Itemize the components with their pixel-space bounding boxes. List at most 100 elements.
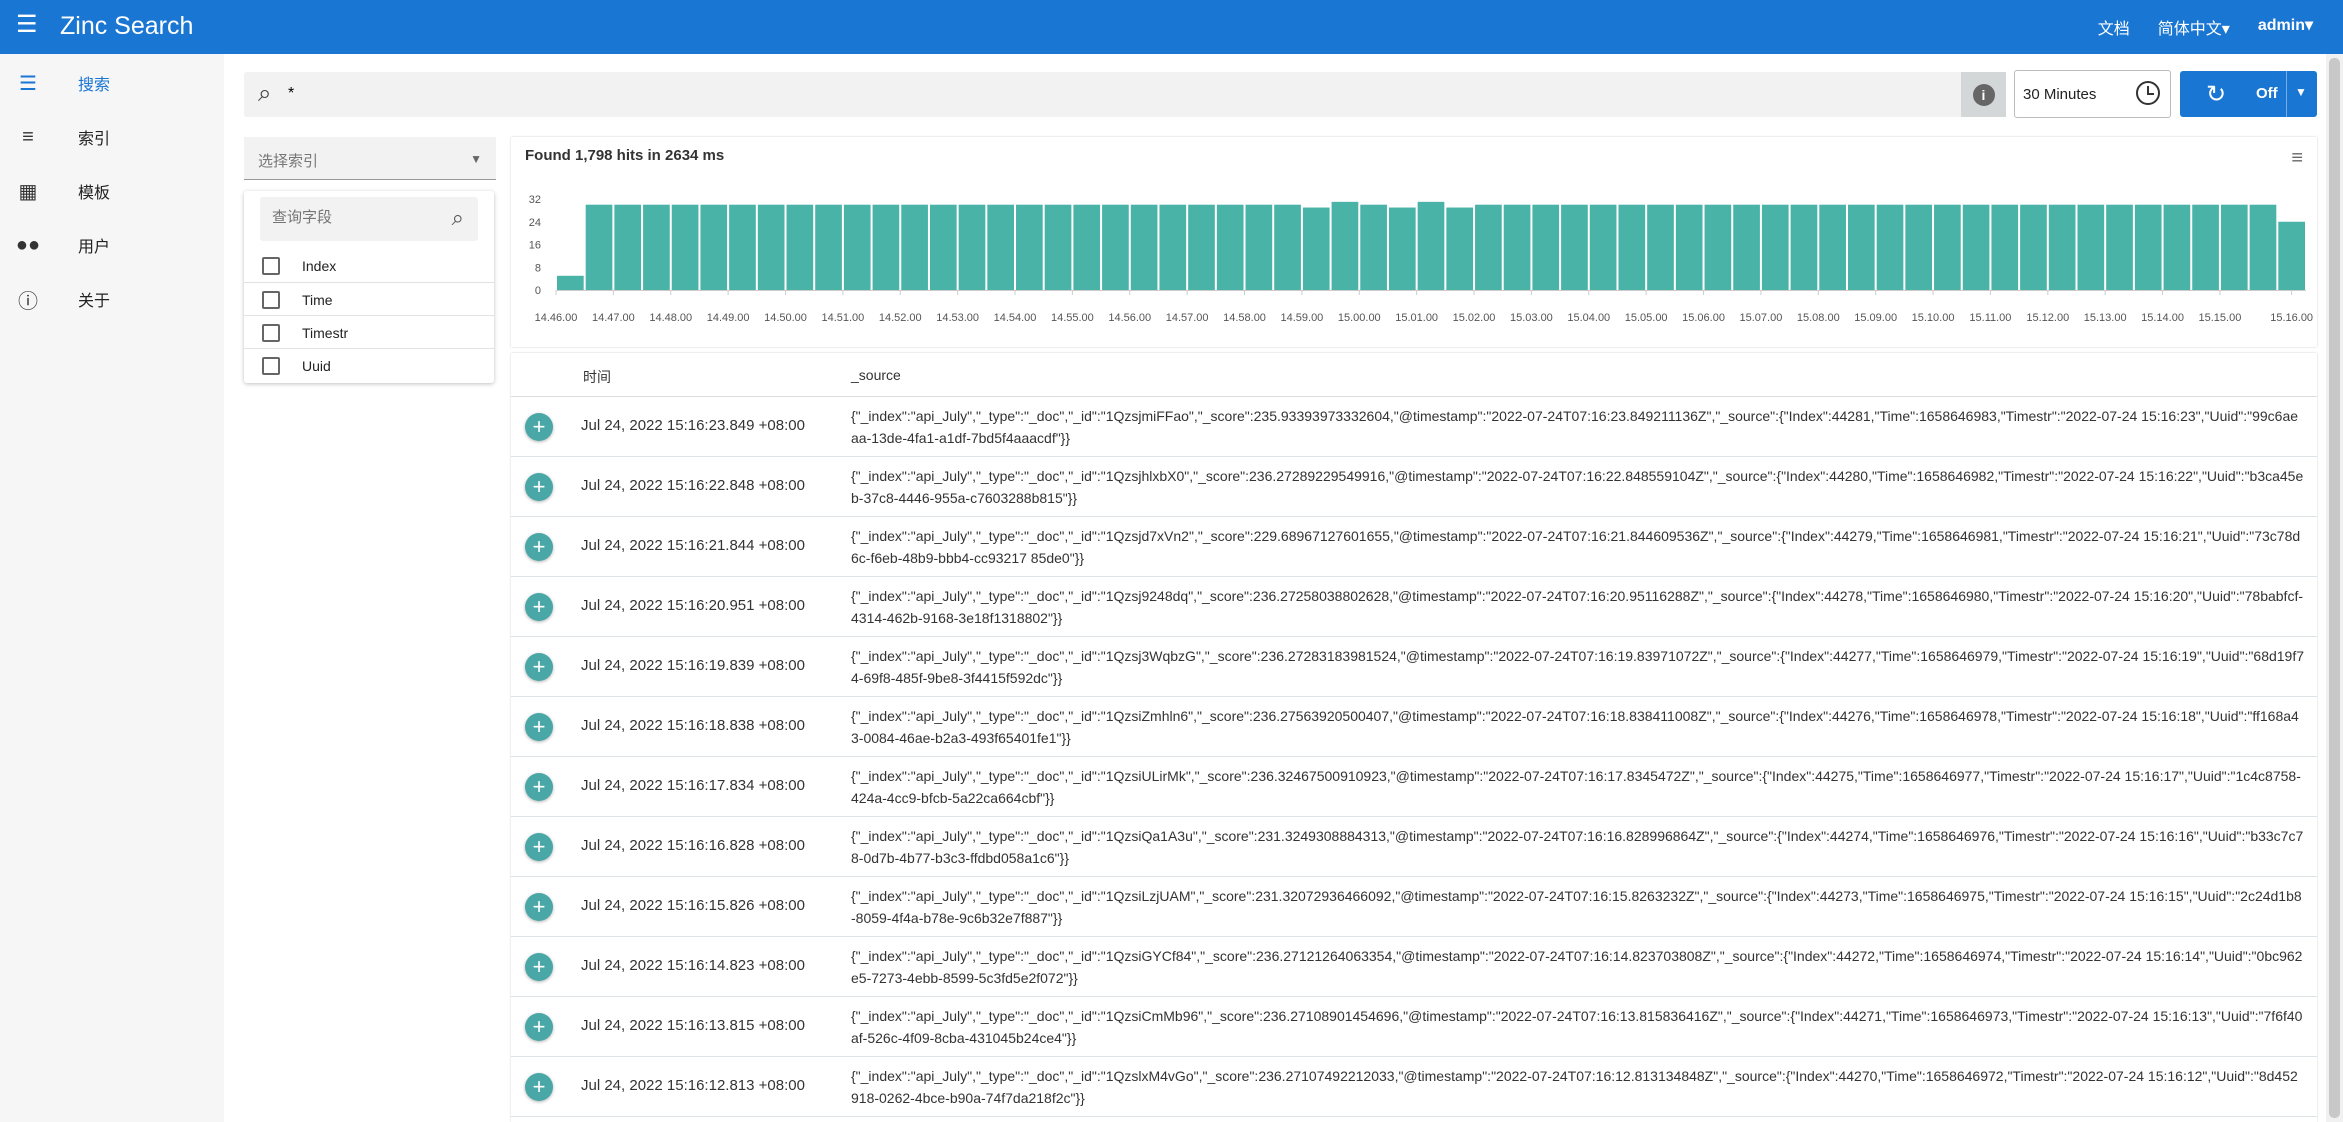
checkbox[interactable]	[262, 357, 280, 375]
histogram-bar	[1819, 204, 1846, 290]
histogram-bar	[2163, 204, 2191, 290]
search-input[interactable]	[288, 80, 1948, 108]
histogram-bar	[1360, 204, 1387, 290]
sidebar-item-label: 索引	[78, 131, 111, 148]
row-source: {"_index":"api_July","_type":"_doc","_id…	[851, 468, 2304, 506]
time-range-label: 30 Minutes	[2023, 86, 2097, 103]
x-tick-label: 14.50.00	[764, 312, 807, 324]
table-row[interactable]: + Jul 24, 2022 15:16:17.834 +08:00 {"_in…	[511, 757, 2317, 817]
checkbox[interactable]	[262, 257, 280, 275]
expand-row-button[interactable]: +	[525, 1013, 553, 1041]
x-tick-label: 15.02.00	[1453, 312, 1496, 324]
row-source: {"_index":"api_July","_type":"_doc","_id…	[851, 948, 2303, 986]
histogram-bar	[2192, 204, 2219, 290]
histogram-bar	[2077, 204, 2105, 290]
field-label: Index	[302, 258, 337, 274]
scrollbar-thumb[interactable]	[2329, 58, 2340, 1118]
sidebar-item-index[interactable]: ≡ 索引	[0, 112, 224, 162]
histogram-bar	[2220, 204, 2248, 290]
row-source: {"_index":"api_July","_type":"_doc","_id…	[851, 768, 2301, 806]
expand-row-button[interactable]: +	[525, 713, 553, 741]
table-row[interactable]: + Jul 24, 2022 15:16:16.828 +08:00 {"_in…	[511, 817, 2317, 877]
expand-row-button[interactable]: +	[525, 473, 553, 501]
expand-row-button[interactable]: +	[525, 1073, 553, 1101]
expand-row-button[interactable]: +	[525, 413, 553, 441]
row-time: Jul 24, 2022 15:16:22.848 +08:00	[581, 477, 805, 494]
x-tick-label: 15.01.00	[1395, 312, 1438, 324]
histogram-bar	[1216, 204, 1244, 290]
expand-row-button[interactable]: +	[525, 953, 553, 981]
histogram-bar	[1016, 204, 1043, 290]
table-row[interactable]: + Jul 24, 2022 15:16:23.849 +08:00 {"_in…	[511, 397, 2317, 457]
histogram-bar	[1274, 204, 1301, 290]
field-label: Time	[302, 292, 333, 308]
divider	[2286, 71, 2287, 117]
table-row[interactable]: + Jul 24, 2022 15:16:13.815 +08:00 {"_in…	[511, 997, 2317, 1057]
field-item[interactable]: Uuid	[244, 348, 494, 381]
histogram-bar	[2106, 204, 2133, 290]
docs-link[interactable]: 文档	[2098, 15, 2130, 39]
table-row[interactable]: + Jul 24, 2022 15:16:21.844 +08:00 {"_in…	[511, 517, 2317, 577]
table-row[interactable]: + Jul 24, 2022 15:16:18.838 +08:00 {"_in…	[511, 697, 2317, 757]
row-time: Jul 24, 2022 15:16:18.838 +08:00	[581, 717, 805, 734]
language-dropdown[interactable]: 简体中文▾	[2158, 15, 2230, 39]
hamburger-menu-icon[interactable]: ☰	[16, 13, 40, 38]
expand-row-button[interactable]: +	[525, 833, 553, 861]
table-row[interactable]: + Jul 24, 2022 15:16:22.848 +08:00 {"_in…	[511, 457, 2317, 517]
y-tick-label: 32	[529, 194, 541, 206]
refresh-button[interactable]: ↻ Off ▼	[2180, 71, 2317, 117]
expand-row-button[interactable]: +	[525, 593, 553, 621]
row-time: Jul 24, 2022 15:16:13.815 +08:00	[581, 1017, 805, 1034]
scrollbar[interactable]	[2326, 54, 2343, 1122]
field-search-input[interactable]	[272, 209, 432, 226]
histogram-bar	[1847, 204, 1875, 290]
table-row[interactable]: + Jul 24, 2022 15:16:19.839 +08:00 {"_in…	[511, 637, 2317, 697]
chevron-down-icon[interactable]: ▼	[2295, 85, 2307, 99]
column-header-source[interactable]: _source	[851, 367, 901, 383]
table-row[interactable]: + Jul 24, 2022 15:16:12.813 +08:00 {"_in…	[511, 1057, 2317, 1117]
x-tick-label: 14.52.00	[879, 312, 922, 324]
field-item[interactable]: Time	[244, 282, 494, 315]
y-tick-label: 8	[535, 262, 541, 274]
sidebar-item-about[interactable]: ⓘ 关于	[0, 274, 224, 324]
histogram-bar	[872, 204, 900, 290]
x-tick-label: 14.56.00	[1108, 312, 1151, 324]
checkbox[interactable]	[262, 324, 280, 342]
table-row[interactable]: + Jul 24, 2022 15:16:20.951 +08:00 {"_in…	[511, 577, 2317, 637]
histogram-bar	[643, 204, 670, 290]
expand-row-button[interactable]: +	[525, 533, 553, 561]
index-select[interactable]: 选择索引 ▼	[244, 137, 496, 180]
table-row[interactable]: + Jul 24, 2022 15:16:14.823 +08:00 {"_in…	[511, 937, 2317, 997]
search-icon: ⌕	[258, 80, 272, 107]
histogram-bar	[2278, 221, 2305, 290]
histogram-bar	[1561, 204, 1588, 290]
histogram-bar	[987, 204, 1015, 290]
expand-row-button[interactable]: +	[525, 773, 553, 801]
sidebar-item-template[interactable]: ▦ 模板	[0, 166, 224, 216]
row-time: Jul 24, 2022 15:16:17.834 +08:00	[581, 777, 805, 794]
field-item[interactable]: Index	[244, 249, 494, 282]
table-row[interactable]: + Jul 24, 2022 15:16:15.826 +08:00 {"_in…	[511, 877, 2317, 937]
field-item[interactable]: Timestr	[244, 315, 494, 348]
column-header-time[interactable]: 时间	[583, 367, 611, 387]
histogram-bar	[1733, 204, 1760, 290]
histogram-bar	[1991, 204, 2019, 290]
x-tick-label: 15.00.00	[1338, 312, 1381, 324]
x-tick-label: 15.13.00	[2084, 312, 2127, 324]
histogram-bar	[1934, 204, 1961, 290]
x-tick-label: 14.54.00	[994, 312, 1037, 324]
list-icon: ≡	[22, 125, 34, 148]
search-icon[interactable]: ⌕	[452, 205, 464, 231]
time-range-picker[interactable]: 30 Minutes	[2014, 70, 2171, 118]
checkbox[interactable]	[262, 291, 280, 309]
user-menu[interactable]: admin▾	[2258, 15, 2313, 39]
sidebar-item-users[interactable]: ●● 用户	[0, 220, 224, 270]
sidebar-item-search[interactable]: ☰ 搜索	[0, 58, 224, 108]
refresh-interval-label: Off	[2256, 85, 2278, 102]
expand-row-button[interactable]: +	[525, 893, 553, 921]
expand-row-button[interactable]: +	[525, 653, 553, 681]
y-tick-label: 24	[529, 217, 541, 229]
syntax-help-button[interactable]: i	[1961, 72, 2006, 117]
field-list-panel: ⌕ Index Time Timestr Uuid	[244, 191, 494, 383]
histogram-bar	[2048, 204, 2076, 290]
